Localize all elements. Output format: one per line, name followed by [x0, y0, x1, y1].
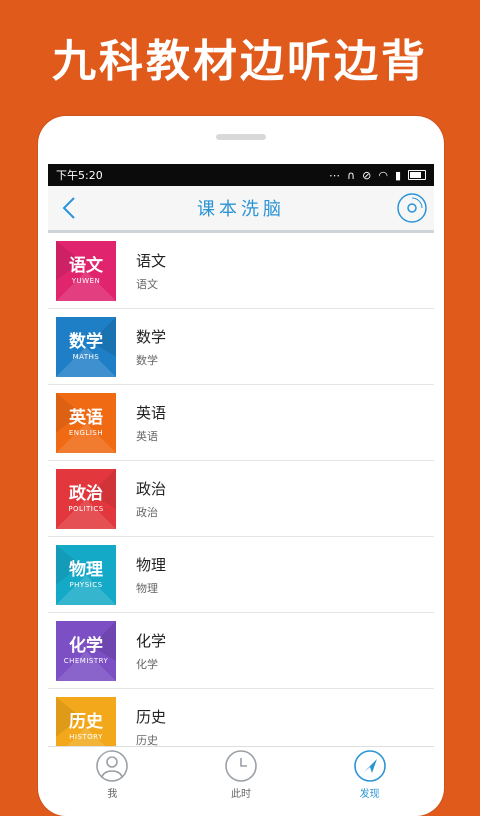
chevron-left-icon — [62, 197, 75, 219]
thumbnail-title: 英语 — [69, 407, 103, 428]
list-item-title: 数学 — [136, 327, 167, 346]
thumbnail-title: 语文 — [69, 255, 103, 276]
disc-button[interactable] — [396, 192, 428, 224]
thumbnail-english: MATHS — [72, 352, 100, 361]
compass-icon — [353, 749, 386, 782]
nav-bar: 课本洗脑 — [48, 186, 434, 233]
tab-now[interactable]: 此时 — [224, 749, 258, 800]
list-item-subtitle: 语文 — [136, 277, 158, 291]
list-item-subtitle: 化学 — [136, 657, 158, 671]
list-item[interactable]: 化学 CHEMISTRY 化学 化学 — [48, 613, 434, 689]
battery-icon — [408, 170, 426, 180]
subject-thumbnail: 语文 YUWEN — [56, 240, 116, 301]
tab-label: 我 — [107, 788, 118, 800]
subject-thumbnail: 历史 HISTORY — [56, 696, 116, 757]
status-time: 下午5:20 — [56, 169, 103, 182]
status-icons: ⋯ ∩ ⊘ ◠ ▮ — [329, 169, 426, 182]
list-item[interactable]: 物理 PHYSICS 物理 物理 — [48, 537, 434, 613]
thumbnail-english: ENGLISH — [68, 428, 104, 437]
tab-label: 此时 — [230, 788, 251, 800]
list-item-title: 政治 — [136, 479, 167, 498]
thumbnail-english: POLITICS — [68, 504, 104, 513]
clock-icon — [225, 749, 257, 782]
list-item-title: 物理 — [136, 555, 167, 574]
more-icon: ⋯ — [329, 168, 341, 182]
page-title: 课本洗脑 — [197, 199, 285, 220]
subject-thumbnail: 英语 ENGLISH — [56, 392, 116, 453]
alarm-icon: ⊘ — [362, 168, 372, 182]
list-item[interactable]: 语文 YUWEN 语文 语文 — [48, 233, 434, 309]
thumbnail-english: CHEMISTRY — [63, 656, 109, 665]
thumbnail-english: YUWEN — [71, 276, 101, 285]
subject-thumbnail: 物理 PHYSICS — [56, 544, 116, 605]
list-item-subtitle: 政治 — [136, 505, 158, 519]
thumbnail-title: 物理 — [69, 559, 103, 580]
status-bar: 下午5:20 ⋯ ∩ ⊘ ◠ ▮ — [48, 164, 434, 186]
list-item-subtitle: 数学 — [136, 353, 158, 367]
tab-discover[interactable]: 发现 — [353, 749, 387, 800]
thumbnail-title: 政治 — [69, 483, 103, 504]
back-button[interactable] — [58, 194, 80, 222]
subject-list: 语文 YUWEN 语文 语文 数学 MATHS 数学 数学 英语 ENGLISH… — [48, 233, 434, 765]
thumbnail-title: 历史 — [69, 711, 103, 732]
thumbnail-title: 数学 — [69, 331, 103, 352]
phone-frame: 下午5:20 ⋯ ∩ ⊘ ◠ ▮ 课本洗脑 语文 YUWEN 语文 语文 数学 … — [38, 116, 444, 816]
app-screen: 下午5:20 ⋯ ∩ ⊘ ◠ ▮ 课本洗脑 语文 YUWEN 语文 语文 数学 … — [48, 164, 434, 804]
list-item[interactable]: 政治 POLITICS 政治 政治 — [48, 461, 434, 537]
list-item-subtitle: 物理 — [136, 581, 158, 595]
list-item-title: 化学 — [136, 631, 167, 650]
promo-headline: 九科教材边听边背 — [52, 36, 428, 87]
disc-icon — [397, 193, 427, 223]
list-item-subtitle: 英语 — [136, 429, 158, 443]
wifi-icon: ◠ — [378, 168, 388, 182]
signal-icon: ▮ — [394, 168, 401, 182]
list-item[interactable]: 数学 MATHS 数学 数学 — [48, 309, 434, 385]
thumbnail-english: HISTORY — [69, 732, 103, 741]
tab-label: 发现 — [359, 788, 380, 800]
thumbnail-english: PHYSICS — [69, 580, 103, 589]
subject-thumbnail: 政治 POLITICS — [56, 468, 116, 529]
thumbnail-title: 化学 — [69, 635, 103, 656]
list-item[interactable]: 英语 ENGLISH 英语 英语 — [48, 385, 434, 461]
subject-thumbnail: 数学 MATHS — [56, 316, 116, 377]
phone-speaker — [216, 134, 266, 140]
subject-thumbnail: 化学 CHEMISTRY — [56, 620, 116, 681]
list-item-title: 历史 — [136, 707, 167, 726]
list-item-title: 语文 — [136, 251, 167, 270]
list-item-title: 英语 — [136, 403, 167, 422]
headset-icon: ∩ — [347, 168, 356, 182]
